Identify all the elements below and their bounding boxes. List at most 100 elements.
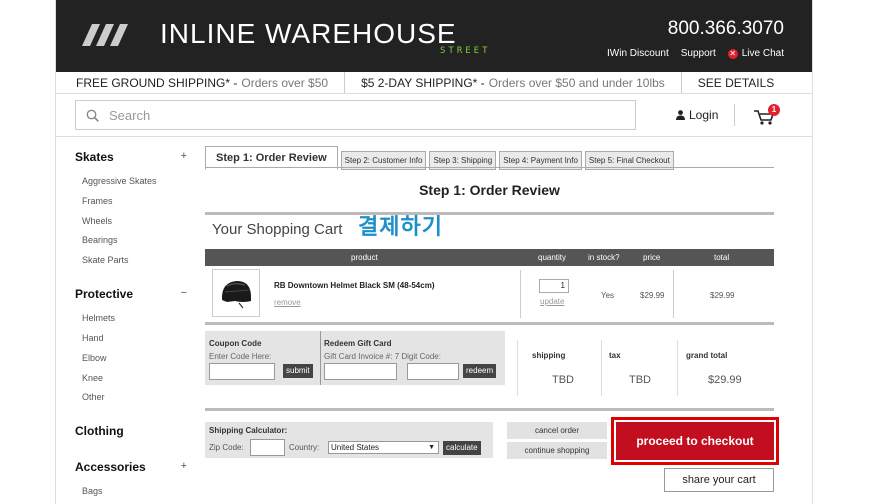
grand-total-value: $29.99 <box>708 374 742 386</box>
sidebar-item-bearings[interactable]: Bearings <box>82 235 195 245</box>
divider <box>205 212 774 215</box>
shipping-calculator: Shipping Calculator: Zip Code: Country: … <box>205 422 493 458</box>
country-label: Country: <box>289 443 320 452</box>
gift-card-section: Redeem Gift Card Gift Card Invoice #: 7 … <box>324 331 504 385</box>
iwin-discount-link[interactable]: IWin Discount <box>607 48 669 59</box>
product-image[interactable] <box>212 269 260 317</box>
coupon-code-input[interactable] <box>209 363 275 380</box>
category-label: Protective <box>75 287 134 302</box>
search-icon <box>86 109 99 122</box>
share-cart-button[interactable]: share your cart <box>664 468 774 492</box>
sidebar-item-aggressive-skates[interactable]: Aggressive Skates <box>82 176 195 186</box>
promo-title: $5 2-DAY SHIPPING* - <box>361 75 485 90</box>
gift-invoice-input[interactable] <box>324 363 397 380</box>
left-margin <box>0 0 56 504</box>
login-label: Login <box>689 108 719 122</box>
gift-code-input[interactable] <box>407 363 459 380</box>
sidebar-item-knee[interactable]: Knee <box>82 373 195 383</box>
site-header: INLINE WAREHOUSE STREET 800.366.3070 IWi… <box>56 0 812 72</box>
continue-shopping-button[interactable]: continue shopping <box>507 442 607 459</box>
helmet-icon <box>221 281 251 309</box>
tax-label: tax <box>609 351 621 360</box>
logo-subtitle: STREET <box>440 46 491 56</box>
user-icon <box>676 110 685 120</box>
country-select[interactable]: United States ▼ <box>328 441 439 454</box>
divider <box>205 408 774 411</box>
chevron-down-icon: ▼ <box>428 444 435 451</box>
tax-value: TBD <box>629 374 651 386</box>
proceed-to-checkout-button[interactable]: proceed to checkout <box>616 422 774 460</box>
sidebar-item-wheels[interactable]: Wheels <box>82 216 195 226</box>
sidebar-item-hand[interactable]: Hand <box>82 333 195 343</box>
live-chat-label: Live Chat <box>741 48 784 59</box>
grand-total-label: grand total <box>686 351 728 360</box>
coupon-panel: Coupon Code Enter Code Here: submit Rede… <box>205 331 505 385</box>
zip-label: Zip Code: <box>209 443 244 452</box>
total-value: $29.99 <box>710 291 735 300</box>
country-value: United States <box>331 443 380 452</box>
coupon-code-section: Coupon Code Enter Code Here: submit <box>209 331 321 385</box>
category-label: Accessories <box>75 460 146 475</box>
promo-note: Orders over $50 <box>241 75 329 90</box>
phone-number[interactable]: 800.366.3070 <box>668 18 784 40</box>
submit-coupon-button[interactable]: submit <box>283 364 313 378</box>
expand-toggle[interactable]: + <box>181 460 195 474</box>
cancel-order-button[interactable]: cancel order <box>507 422 607 439</box>
col-total: total <box>714 253 730 262</box>
redeem-button[interactable]: redeem <box>463 364 497 378</box>
login-link[interactable]: Login <box>676 108 718 122</box>
col-quantity: quantity <box>538 253 567 262</box>
checkout-button-highlight: proceed to checkout <box>611 417 779 465</box>
category-accessories[interactable]: Accessories + <box>75 460 195 474</box>
divider <box>677 340 678 396</box>
shipping-banner: FREE GROUND SHIPPING* - Orders over $50 … <box>56 72 812 94</box>
coupon-label: Coupon Code <box>209 339 262 348</box>
logo-icon[interactable] <box>78 24 134 46</box>
sidebar-item-frames[interactable]: Frames <box>82 196 195 206</box>
sidebar-item-elbow[interactable]: Elbow <box>82 353 195 363</box>
quantity-input[interactable]: 1 <box>539 279 569 293</box>
cart-table-header: product quantity in stock? price total <box>205 249 774 266</box>
update-link[interactable]: update <box>540 297 564 306</box>
calculate-button[interactable]: calculate <box>443 441 481 455</box>
gift-card-sublabel: Gift Card Invoice #: 7 Digit Code: <box>324 352 441 361</box>
category-clothing[interactable]: Clothing <box>75 424 195 438</box>
two-day-promo: $5 2-DAY SHIPPING* - Orders over $50 and… <box>345 72 682 93</box>
divider <box>56 136 812 137</box>
category-label: Clothing <box>75 424 124 439</box>
divider <box>520 270 521 318</box>
sidebar-item-bags[interactable]: Bags <box>82 486 195 496</box>
free-shipping-promo: FREE GROUND SHIPPING* - Orders over $50 <box>56 72 346 93</box>
zip-code-input[interactable] <box>250 439 285 456</box>
divider <box>601 340 602 396</box>
promo-note: Orders over $50 and under 10lbs <box>488 75 665 90</box>
search-input[interactable]: Search <box>75 100 636 130</box>
logo-text[interactable]: INLINE WAREHOUSE <box>160 18 457 50</box>
category-protective[interactable]: Protective − <box>75 287 195 301</box>
col-in-stock: in stock? <box>588 253 620 262</box>
search-placeholder: Search <box>109 107 151 123</box>
live-chat-link[interactable]: ✕ Live Chat <box>727 48 784 59</box>
divider <box>673 270 674 318</box>
sidebar-item-skate-parts[interactable]: Skate Parts <box>82 255 195 265</box>
cart-title: Your Shopping Cart <box>212 221 343 238</box>
header-links: IWin Discount Support ✕ Live Chat <box>607 48 784 59</box>
support-link[interactable]: Support <box>681 48 716 59</box>
collapse-toggle[interactable]: − <box>181 287 195 301</box>
category-skates[interactable]: Skates + <box>75 150 195 164</box>
expand-toggle[interactable]: + <box>181 150 195 164</box>
in-stock-value: Yes <box>601 291 615 300</box>
see-details-link[interactable]: SEE DETAILS <box>682 72 790 93</box>
sidebar-item-helmets[interactable]: Helmets <box>82 313 195 323</box>
col-product: product <box>351 253 378 262</box>
calc-title: Shipping Calculator: <box>209 426 288 435</box>
promo-title: FREE GROUND SHIPPING* - <box>76 75 238 90</box>
remove-link[interactable]: remove <box>274 298 301 307</box>
divider <box>205 167 774 168</box>
page-title: Step 1: Order Review <box>419 182 560 198</box>
divider <box>320 331 321 385</box>
price-value: $29.99 <box>640 291 665 300</box>
overlay-caption: 결제하기 <box>358 214 443 239</box>
product-name[interactable]: RB Downtown Helmet Black SM (48-54cm) <box>274 281 434 290</box>
sidebar-item-other[interactable]: Other <box>82 392 195 402</box>
